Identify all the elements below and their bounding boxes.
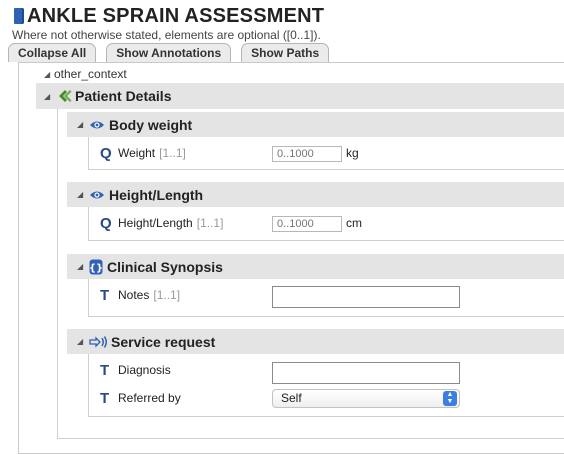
weight-unit: kg	[346, 146, 359, 160]
section-title: Patient Details	[75, 88, 172, 104]
collapse-triangle-icon[interactable]: ◢	[77, 190, 87, 199]
quantity-q-icon: Q	[100, 144, 112, 162]
tab-bar: Collapse All Show Annotations Show Paths	[8, 43, 339, 62]
occurrence-label: [1..1]	[159, 146, 186, 160]
tree-node-other-context[interactable]: ◢ other_context	[44, 66, 127, 82]
tab-collapse-all[interactable]: Collapse All	[8, 43, 97, 62]
svg-text:{}: {}	[89, 263, 103, 274]
page-header: ANKLE SPRAIN ASSESSMENT	[14, 4, 324, 28]
section-header-service-request[interactable]: ◢ Service request	[67, 329, 564, 354]
field-referred-by: T Referred by	[100, 388, 181, 408]
page-subtitle: Where not otherwise stated, elements are…	[12, 28, 321, 42]
eye-icon	[89, 119, 105, 131]
field-diagnosis: T Diagnosis	[100, 360, 171, 380]
section-title: Body weight	[109, 116, 193, 133]
occurrence-label: [1..1]	[153, 288, 181, 302]
section-header-height-length[interactable]: ◢ Height/Length	[67, 182, 564, 207]
tab-show-paths[interactable]: Show Paths	[241, 43, 330, 62]
field-height-length: Q Height/Length [1..1]	[100, 213, 223, 233]
book-icon	[14, 8, 24, 24]
collapse-triangle-icon[interactable]: ◢	[44, 92, 54, 101]
collapse-triangle-icon[interactable]: ◢	[44, 70, 54, 79]
tab-show-annotations[interactable]: Show Annotations	[106, 43, 232, 62]
height-length-unit: cm	[346, 216, 362, 230]
send-signal-icon	[89, 335, 107, 348]
height-length-input[interactable]	[272, 216, 342, 232]
field-label: Diagnosis	[118, 363, 171, 377]
field-label: Weight	[118, 146, 156, 160]
field-weight: Q Weight [1..1]	[100, 143, 186, 163]
section-title: Service request	[111, 333, 216, 350]
section-header-clinical-synopsis[interactable]: ◢ {} Clinical Synopsis	[67, 254, 564, 279]
text-t-icon: T	[100, 361, 110, 379]
collapse-triangle-icon[interactable]: ◢	[77, 337, 87, 346]
collapse-triangle-icon[interactable]: ◢	[77, 262, 87, 271]
page-title: ANKLE SPRAIN ASSESSMENT	[27, 4, 325, 27]
field-notes: T Notes [1..1]	[100, 285, 180, 305]
collapse-triangle-icon[interactable]: ◢	[77, 120, 87, 129]
text-t-icon: T	[100, 389, 110, 407]
select-value: Self	[281, 391, 302, 405]
referred-by-select[interactable]: Self ▲ ▼	[272, 389, 460, 408]
field-label: Notes	[118, 288, 150, 302]
select-arrows-icon: ▲ ▼	[443, 391, 457, 406]
section-title: Clinical Synopsis	[107, 258, 223, 275]
field-label: Referred by	[118, 391, 181, 405]
text-t-icon: T	[100, 286, 110, 304]
eye-icon	[89, 189, 105, 201]
section-header-patient-details[interactable]: ◢ Patient Details	[36, 83, 564, 109]
notes-input[interactable]	[272, 286, 460, 308]
chevron-left-icon	[56, 88, 72, 104]
section-header-body-weight[interactable]: ◢ Body weight	[67, 112, 564, 137]
diagnosis-input[interactable]	[272, 362, 460, 384]
curly-braces-icon: {}	[89, 259, 103, 275]
occurrence-label: [1..1]	[196, 216, 224, 230]
tree-node-label: other_context	[54, 67, 127, 81]
field-label: Height/Length	[118, 216, 193, 230]
weight-input[interactable]	[272, 146, 342, 162]
section-title: Height/Length	[109, 186, 204, 203]
quantity-q-icon: Q	[100, 214, 112, 232]
